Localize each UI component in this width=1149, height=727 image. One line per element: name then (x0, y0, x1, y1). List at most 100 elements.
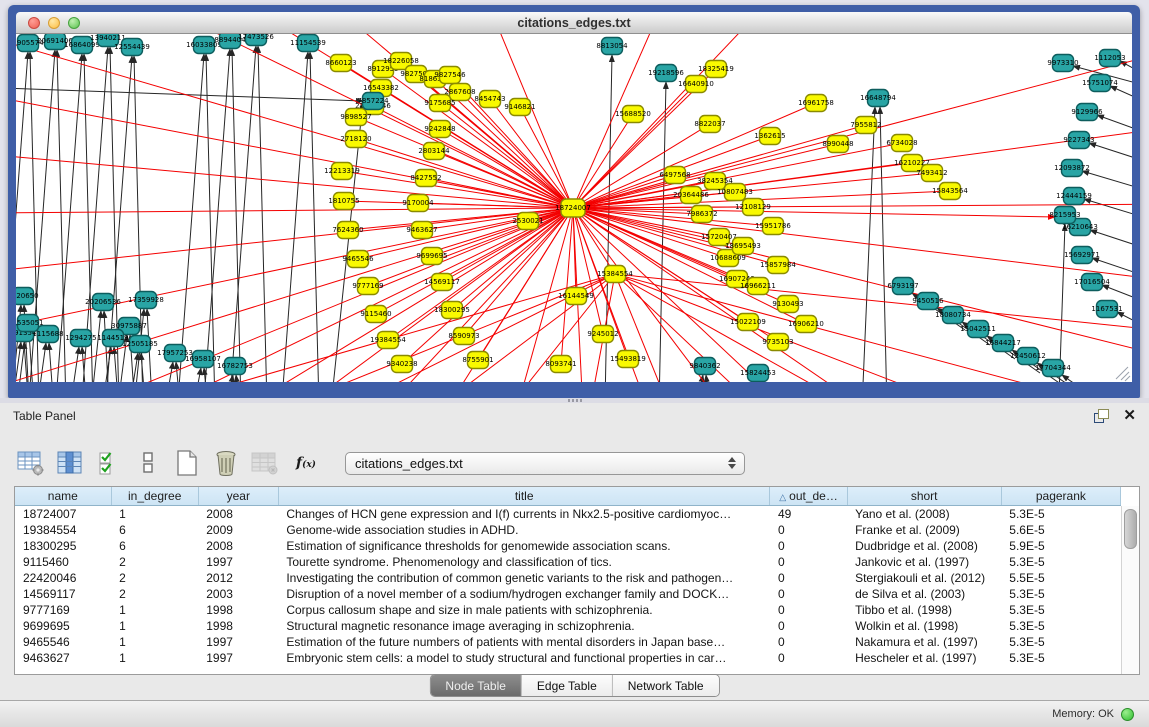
float-panel-icon[interactable] (1094, 409, 1109, 423)
graph-node[interactable]: 17359928 (128, 292, 164, 309)
graph-node[interactable]: 19218596 (648, 65, 684, 82)
close-panel-icon[interactable]: ✕ (1123, 409, 1136, 423)
tab-node-table[interactable]: Node Table (430, 675, 521, 696)
show-columns-icon[interactable] (55, 448, 85, 478)
table-row[interactable]: 1938455462009Genome-wide association stu… (15, 522, 1121, 538)
graph-node[interactable]: 15843564 (932, 183, 968, 200)
graph-node[interactable]: 15493819 (610, 351, 646, 368)
table-row[interactable]: 946554611997Estimation of the future num… (15, 634, 1121, 650)
table-scrollbar[interactable] (1121, 506, 1139, 674)
tab-network-table[interactable]: Network Table (612, 675, 719, 696)
graph-node[interactable]: 20364486 (673, 187, 709, 204)
column-header-in_degree[interactable]: in_degree (111, 487, 198, 506)
column-header-name[interactable]: name (15, 487, 111, 506)
graph-node[interactable]: 16640910 (678, 76, 714, 93)
graph-node[interactable]: 16648794 (860, 90, 896, 107)
graph-node[interactable]: 8755901 (462, 352, 493, 369)
create-column-icon[interactable] (172, 448, 202, 478)
graph-node[interactable]: 1167531 (1091, 301, 1122, 318)
graph-node[interactable]: 9227343 (1063, 132, 1094, 149)
graph-node[interactable]: 9129966 (1071, 104, 1103, 121)
graph-node[interactable]: 15042511 (960, 321, 996, 338)
graph-node[interactable]: 7955812 (850, 117, 881, 134)
network-window[interactable]: citations_edges.txt 18724007153845548660… (8, 5, 1140, 398)
table-mode-icon[interactable] (16, 448, 46, 478)
graph-node[interactable]: 8822037 (694, 116, 725, 133)
graph-node[interactable]: 9146821 (504, 99, 535, 116)
graph-node[interactable]: 1294275 (65, 330, 96, 347)
column-header-year[interactable]: year (198, 487, 278, 506)
graph-node[interactable]: 16961758 (798, 95, 834, 112)
table-row[interactable]: 1830029562008Estimation of significance … (15, 538, 1121, 554)
graph-node[interactable]: 15692971 (1064, 247, 1100, 264)
graph-node[interactable]: 12093872 (1054, 160, 1090, 177)
table-row[interactable]: 946362711997Embryonic stem cells: a mode… (15, 650, 1121, 666)
graph-node[interactable]: 15022109 (730, 314, 766, 331)
graph-node[interactable]: 9340238 (386, 356, 417, 373)
graph-node[interactable]: 9699695 (416, 248, 447, 265)
graph-node[interactable]: 16144549 (558, 288, 594, 305)
graph-node[interactable]: 9777169 (352, 278, 383, 295)
column-header-title[interactable]: title (278, 487, 770, 506)
table-row[interactable]: 969969511998Structural magnetic resonanc… (15, 618, 1121, 634)
graph-node[interactable]: 1362615 (754, 128, 785, 145)
graph-node[interactable]: 11154539 (290, 35, 326, 52)
graph-node[interactable]: 7986372 (686, 206, 717, 223)
column-header-out_de[interactable]: △out_de… (770, 487, 847, 506)
delete-columns-icon[interactable] (211, 448, 241, 478)
graph-node[interactable]: 8454743 (474, 91, 505, 108)
graph-node[interactable]: 17016504 (1074, 274, 1110, 291)
graph-node[interactable]: 15951786 (755, 218, 791, 235)
graph-node[interactable]: 9735103 (762, 334, 793, 351)
table-scrollbar-thumb[interactable] (1124, 509, 1137, 549)
graph-node[interactable]: 15824453 (740, 365, 776, 382)
network-window-titlebar[interactable]: citations_edges.txt (16, 12, 1132, 34)
svg-text:9242848: 9242848 (424, 125, 455, 133)
graph-node[interactable]: 12450612 (1010, 348, 1046, 365)
import-table-icon[interactable] (250, 448, 280, 478)
graph-node[interactable]: 17704344 (1035, 360, 1071, 377)
graph-node[interactable]: 12444159 (1056, 188, 1092, 205)
network-graph[interactable]: 1872400715384554866012389129551822605898… (16, 34, 1132, 382)
graph-node[interactable]: 16782753 (217, 358, 253, 375)
graph-node[interactable]: 8590973 (448, 328, 479, 345)
function-builder-icon[interactable]: f(x) (289, 455, 323, 471)
graph-node[interactable]: 18300295 (434, 302, 470, 319)
graph-node[interactable]: 14569117 (424, 274, 460, 291)
row-selection-icon[interactable] (94, 448, 124, 478)
table-row[interactable]: 2242004622012Investigating the contribut… (15, 570, 1121, 586)
graph-node[interactable]: 9450516 (912, 293, 944, 310)
toggle-rows-icon[interactable] (133, 448, 163, 478)
graph-node[interactable]: 8813054 (596, 38, 628, 55)
graph-node[interactable]: 8093741 (545, 356, 576, 373)
graph-node[interactable]: 7624360 (332, 222, 363, 239)
graph-node[interactable]: 6793197 (887, 278, 918, 295)
network-table-select[interactable]: citations_edges.txt (345, 452, 745, 475)
table-row[interactable]: 977716911998Corpus callosum shape and si… (15, 602, 1121, 618)
graph-node[interactable]: 2718120 (340, 131, 371, 148)
table-row[interactable]: 911546021997Tourette syndrome. Phenomeno… (15, 554, 1121, 570)
graph-node[interactable]: 8990448 (822, 136, 853, 153)
graph-node[interactable]: 6734028 (886, 135, 917, 152)
tab-edge-table[interactable]: Edge Table (521, 675, 612, 696)
graph-node[interactable]: 16844217 (985, 335, 1021, 352)
graph-node[interactable]: 9973310 (1047, 55, 1078, 72)
graph-node[interactable]: 8427552 (410, 170, 441, 187)
graph-node[interactable]: 18080734 (935, 307, 971, 324)
graph-node[interactable]: 18325419 (698, 61, 734, 78)
divider-grip-icon[interactable] (568, 399, 582, 402)
graph-node[interactable]: 1810755 (328, 193, 359, 210)
column-header-short[interactable]: short (847, 487, 1001, 506)
graph-node[interactable]: 9840362 (689, 358, 720, 375)
table-row[interactable]: 1456911722003Disruption of a novel membe… (15, 586, 1121, 602)
graph-node[interactable]: 12213319 (324, 163, 360, 180)
table-row[interactable]: 1872400712008Changes of HCN gene express… (15, 506, 1121, 523)
table-cell: 2008 (198, 506, 278, 523)
graph-node[interactable]: 19384554 (370, 332, 406, 349)
network-canvas[interactable]: 1872400715384554866012389129551822605898… (16, 34, 1132, 382)
graph-node[interactable]: 15857984 (760, 257, 796, 274)
graph-node[interactable]: 9245012 (587, 326, 618, 343)
graph-node[interactable]: 15688520 (615, 106, 651, 123)
graph-node[interactable]: 2620650 (16, 288, 39, 305)
column-header-pagerank[interactable]: pagerank (1001, 487, 1120, 506)
